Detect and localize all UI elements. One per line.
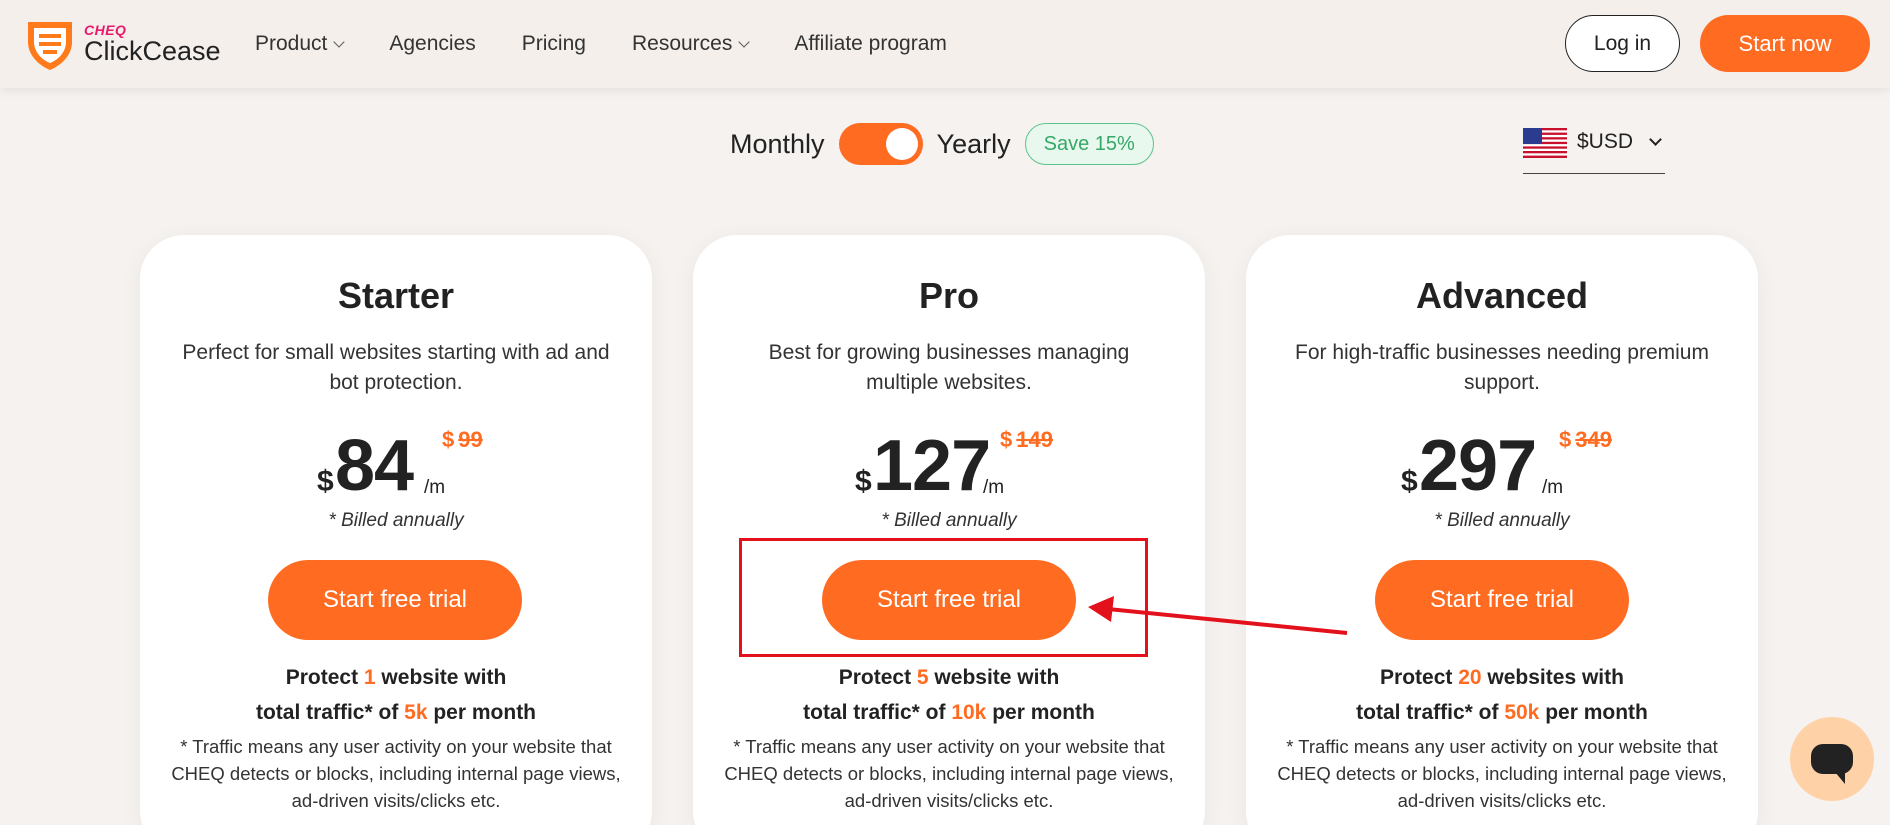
billing-period-switch: Monthly Yearly Save 15% [730,122,1154,166]
plan-title: Pro [918,275,979,316]
website-count: 5 [916,666,929,689]
website-count: 1 [363,666,376,689]
protect-summary: Protect 20 websites with total traffic* … [1246,660,1758,730]
chevron-down-icon [333,35,346,48]
us-flag-icon [1523,128,1567,158]
traffic-value: 5k [404,701,428,724]
nav-agencies[interactable]: Agencies [389,32,475,56]
price-value: 127 [873,426,991,506]
currency-symbol: $ [1401,465,1418,498]
traffic-suffix: per month [986,701,1095,724]
protect-prefix: Protect [1380,666,1459,689]
price-period: /m [424,477,446,498]
nav-product-label: Product [255,32,328,55]
nav-resources[interactable]: Resources [631,32,751,56]
plan-description: Best for growing businesses managing mul… [768,341,1130,394]
site-header: CHEQ ClickCease Product Agencies Pricing… [0,0,1890,88]
plan-price: $ 84 /m $99 [140,425,652,515]
clickcease-logo[interactable]: CHEQ ClickCease [24,16,224,72]
plan-description: For high-traffic businesses needing prem… [1295,341,1709,394]
nav-product[interactable]: Product [255,32,346,56]
plan-title: Starter [337,275,455,316]
traffic-note: * Traffic means any user activity on you… [171,736,621,811]
traffic-prefix: total traffic* of [1356,701,1505,724]
old-price: $349 [1559,427,1612,453]
start-free-trial-button[interactable]: Start free trial [822,560,1076,640]
old-price: $99 [442,427,483,453]
nav-affiliate[interactable]: Affiliate program [794,32,947,56]
chevron-down-icon [738,35,751,48]
plan-card-advanced: Advanced For high-traffic businesses nee… [1246,235,1758,825]
currency-symbol: $ [317,465,334,498]
nav-pricing[interactable]: Pricing [522,32,586,56]
price-value: 84 [335,426,414,506]
website-count: 20 [1458,666,1482,689]
main-nav: Product Agencies Pricing Resources Affil… [255,0,993,88]
plan-card-pro: Pro Best for growing businesses managing… [693,235,1205,825]
traffic-prefix: total traffic* of [255,701,405,724]
traffic-value: 50k [1504,701,1540,724]
price-period: /m [1542,477,1564,498]
login-button[interactable]: Log in [1565,15,1680,72]
protect-suffix: websites with [1481,666,1624,689]
plan-description: Perfect for small websites starting with… [182,341,610,394]
start-free-trial-button[interactable]: Start free trial [1375,560,1629,640]
protect-prefix: Protect [838,666,917,689]
start-free-trial-button[interactable]: Start free trial [268,560,522,640]
billed-note: * Billed annually [881,510,1017,531]
protect-suffix: website with [928,666,1060,689]
traffic-note: * Traffic means any user activity on you… [1277,736,1727,811]
protect-suffix: website with [375,666,507,689]
nav-resources-label: Resources [631,32,733,55]
protect-summary: Protect 1 website with total traffic* of… [140,660,652,730]
old-price-symbol: $ [1000,427,1013,452]
nav-pricing-label: Pricing [521,32,586,55]
monthly-label[interactable]: Monthly [730,129,825,160]
protect-summary: Protect 5 website with total traffic* of… [693,660,1205,730]
chat-widget-button[interactable] [1790,717,1874,801]
billed-note: * Billed annually [1434,510,1570,531]
currency-select[interactable]: $USD [1523,124,1665,174]
price-period: /m [983,477,1005,498]
currency-label: $USD [1577,130,1634,153]
save-badge: Save 15% [1024,123,1154,165]
toggle-knob [885,128,918,160]
nav-affiliate-label: Affiliate program [794,32,947,55]
clickcease-name: ClickCease [84,36,221,66]
traffic-value: 10k [951,701,987,724]
nav-agencies-label: Agencies [389,32,476,55]
old-price-symbol: $ [1559,427,1572,452]
billed-note: * Billed annually [328,510,464,531]
yearly-label[interactable]: Yearly [937,129,1011,160]
price-value: 297 [1419,426,1537,506]
traffic-note: * Traffic means any user activity on you… [724,736,1174,811]
billing-toggle[interactable] [838,123,923,165]
plan-price: $ 127 /m $149 [693,425,1205,515]
old-price-value: 99 [458,427,483,452]
chevron-down-icon [1649,133,1662,146]
shield-logo-icon [28,22,72,70]
old-price-value: 149 [1016,427,1053,452]
chat-bubble-icon [1811,744,1853,784]
traffic-suffix: per month [1539,701,1648,724]
plan-price: $ 297 /m $349 [1246,425,1758,515]
protect-prefix: Protect [285,666,364,689]
traffic-prefix: total traffic* of [803,701,952,724]
plan-title: Advanced [1415,275,1589,316]
old-price: $149 [1000,427,1053,453]
traffic-suffix: per month [427,701,537,724]
old-price-value: 349 [1575,427,1612,452]
plan-card-starter: Starter Perfect for small websites start… [140,235,652,825]
start-now-button[interactable]: Start now [1700,15,1870,72]
old-price-symbol: $ [442,427,455,452]
currency-symbol: $ [855,465,872,498]
